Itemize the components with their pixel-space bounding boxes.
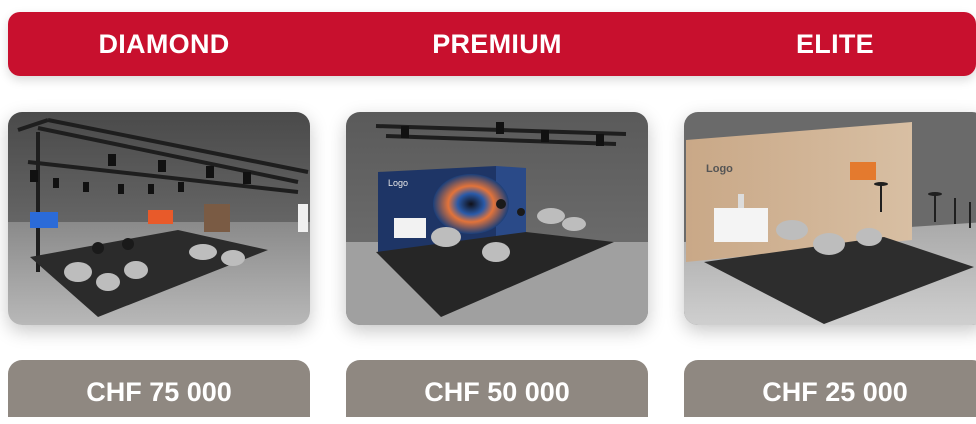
tier-label-elite: ELITE <box>795 29 874 59</box>
package-tier-header: DIAMOND PREMIUM ELITE <box>8 12 976 76</box>
tier-label-premium: PREMIUM <box>432 29 562 59</box>
booth-render-elite: Logo <box>684 112 976 325</box>
backdrop-logo-elite: Logo <box>706 163 733 175</box>
backdrop-logo-premium: Logo <box>388 178 408 188</box>
booth-image-elite[interactable]: Logo <box>684 112 976 325</box>
price-elite: CHF 25 000 <box>684 360 976 417</box>
booth-image-diamond[interactable] <box>8 112 310 325</box>
price-premium: CHF 50 000 <box>346 360 648 417</box>
price-diamond: CHF 75 000 <box>8 360 310 417</box>
booth-render-premium: Logo <box>346 112 648 325</box>
tier-label-diamond: DIAMOND <box>98 29 230 59</box>
booth-image-premium[interactable]: Logo <box>346 112 648 325</box>
booth-render-diamond <box>8 112 310 325</box>
